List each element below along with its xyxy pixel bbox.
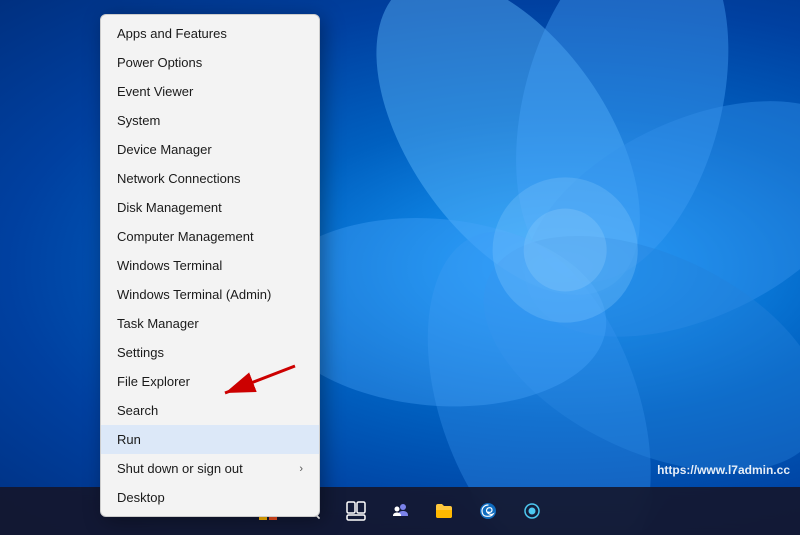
menu-item-windows-terminal-(admin)[interactable]: Windows Terminal (Admin) — [101, 280, 319, 309]
menu-item-label: Settings — [117, 345, 164, 360]
menu-item-label: Apps and Features — [117, 26, 227, 41]
menu-item-task-manager[interactable]: Task Manager — [101, 309, 319, 338]
menu-item-apps-and-features[interactable]: Apps and Features — [101, 19, 319, 48]
menu-item-power-options[interactable]: Power Options — [101, 48, 319, 77]
menu-item-file-explorer[interactable]: File Explorer — [101, 367, 319, 396]
menu-item-search[interactable]: Search — [101, 396, 319, 425]
task-view-icon[interactable] — [336, 491, 376, 531]
menu-item-desktop[interactable]: Desktop — [101, 483, 319, 512]
menu-item-run[interactable]: Run — [101, 425, 319, 454]
context-menu: Apps and Features Power Options Event View… — [100, 14, 320, 517]
edge-icon[interactable] — [468, 491, 508, 531]
menu-item-label: System — [117, 113, 160, 128]
teams-icon[interactable] — [380, 491, 420, 531]
menu-item-label: Windows Terminal (Admin) — [117, 287, 271, 302]
menu-item-label: Run — [117, 432, 141, 447]
submenu-chevron-icon: › — [299, 463, 303, 475]
menu-item-shut-down-or-sign-out[interactable]: Shut down or sign out › — [101, 454, 319, 483]
desktop: Apps and Features Power Options Event View… — [0, 0, 800, 535]
file-explorer-icon[interactable] — [424, 491, 464, 531]
menu-item-label: Search — [117, 403, 158, 418]
menu-item-label: Disk Management — [117, 200, 222, 215]
menu-item-windows-terminal[interactable]: Windows Terminal — [101, 251, 319, 280]
menu-item-disk-management[interactable]: Disk Management — [101, 193, 319, 222]
menu-item-device-manager[interactable]: Device Manager — [101, 135, 319, 164]
store-icon[interactable] — [512, 491, 552, 531]
menu-item-label: Desktop — [117, 490, 165, 505]
menu-item-label: Shut down or sign out — [117, 461, 243, 476]
menu-item-label: Network Connections — [117, 171, 241, 186]
menu-item-computer-management[interactable]: Computer Management — [101, 222, 319, 251]
menu-item-label: Task Manager — [117, 316, 199, 331]
menu-item-label: Power Options — [117, 55, 202, 70]
menu-item-label: File Explorer — [117, 374, 190, 389]
menu-item-label: Computer Management — [117, 229, 254, 244]
menu-item-settings[interactable]: Settings — [101, 338, 319, 367]
menu-item-label: Device Manager — [117, 142, 212, 157]
menu-item-label: Event Viewer — [117, 84, 193, 99]
menu-item-system[interactable]: System — [101, 106, 319, 135]
menu-item-label: Windows Terminal — [117, 258, 222, 273]
menu-item-event-viewer[interactable]: Event Viewer — [101, 77, 319, 106]
windows-flower — [300, 0, 800, 530]
menu-item-network-connections[interactable]: Network Connections — [101, 164, 319, 193]
watermark: https://www.l7admin.cc — [657, 463, 790, 477]
